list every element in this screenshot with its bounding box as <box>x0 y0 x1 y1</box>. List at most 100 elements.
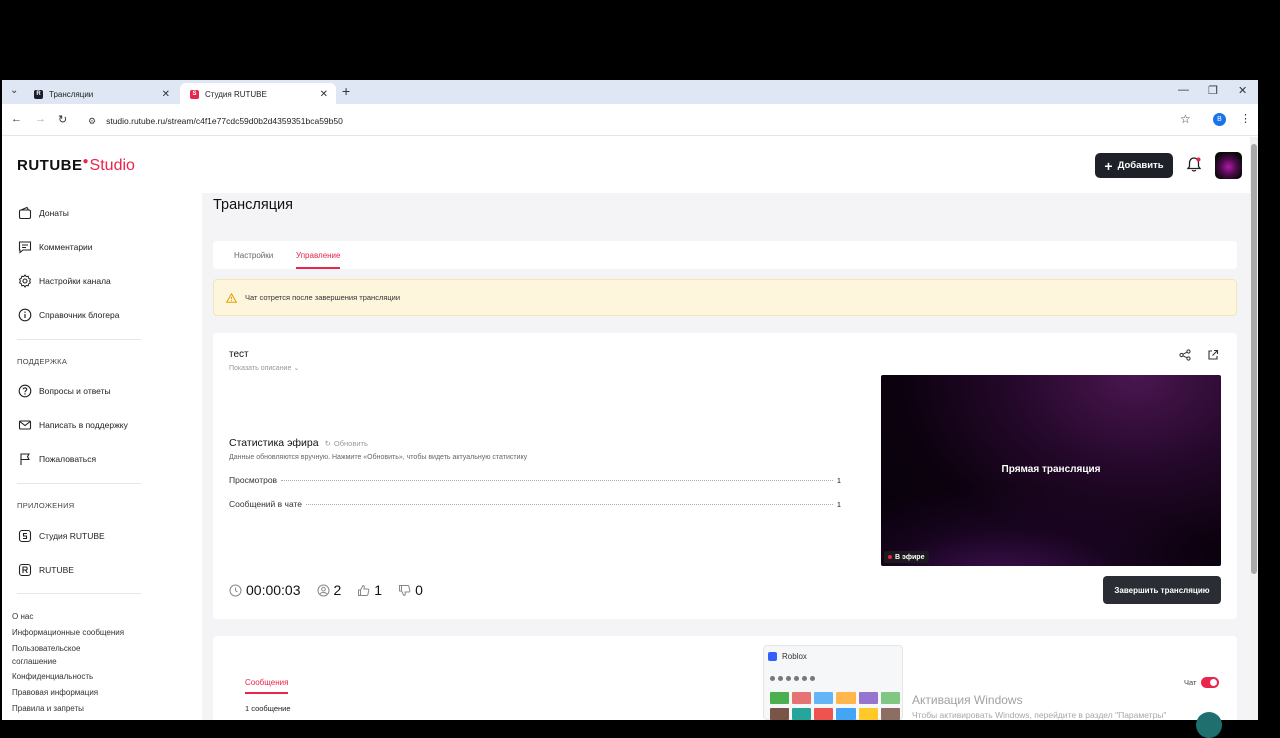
refresh-button[interactable]: ↻ Обновить <box>325 439 368 448</box>
stream-tabs: Настройки Управление <box>213 241 1237 269</box>
sidebar-item-label: Пожаловаться <box>39 454 97 464</box>
browser-tab-streams[interactable]: R Трансляции ✕ <box>24 83 178 105</box>
stats-note: Данные обновляются вручную. Нажмите «Обн… <box>229 454 528 461</box>
tab-messages[interactable]: Сообщения <box>245 678 289 694</box>
sidebar-item-blogger-guide[interactable]: Справочник блогера <box>18 308 119 322</box>
sidebar-item-donations[interactable]: Донаты <box>18 206 69 220</box>
sidebar-divider <box>17 339 141 340</box>
close-tab-icon[interactable]: ✕ <box>162 89 170 100</box>
chat-toggle[interactable] <box>1201 677 1219 688</box>
windows-activation-text: Чтобы активировать Windows, перейдите в … <box>912 710 1167 720</box>
bell-icon[interactable] <box>1186 156 1202 173</box>
tab-settings[interactable]: Настройки <box>234 251 273 260</box>
screen-top-bar <box>0 0 1280 80</box>
sidebar-item-label: Справочник блогера <box>39 310 120 320</box>
sidebar-item-rutube-app[interactable]: RUTUBE <box>18 563 74 577</box>
chat-warning-alert: Чат сотрется после завершения трансляции <box>213 279 1237 316</box>
tab-management[interactable]: Управление <box>296 251 341 269</box>
dotted-leader <box>306 504 833 505</box>
back-icon[interactable]: ← <box>11 113 22 125</box>
sidebar-item-write-support[interactable]: Написать в поддержку <box>18 418 128 432</box>
viewers-value: 2 <box>333 582 342 598</box>
forward-icon[interactable]: → <box>35 113 46 125</box>
viewers-icon <box>317 584 329 596</box>
close-tab-icon[interactable]: ✕ <box>320 89 328 100</box>
sidebar-item-label: Настройки канала <box>39 276 111 286</box>
logo-studio-text: Studio <box>89 157 135 174</box>
dotted-leader <box>281 480 833 481</box>
sidebar-item-faq[interactable]: Вопросы и ответы <box>18 384 111 398</box>
footer-link-privacy[interactable]: Конфиденциальность <box>12 670 93 683</box>
tab-search-icon[interactable]: ⌄ <box>10 85 18 96</box>
sidebar-item-label: RUTUBE <box>39 565 74 575</box>
settings-icon <box>18 274 32 288</box>
player-caption: Прямая трансляция <box>1001 464 1101 475</box>
footer-link-about[interactable]: О нас <box>12 610 33 623</box>
support-heading: ПОДДЕРЖКА <box>17 357 68 366</box>
taskbar-preview-roblox[interactable]: Roblox <box>763 645 903 720</box>
stat-row-views: Просмотров 1 <box>229 475 841 485</box>
add-button[interactable]: + Добавить <box>1095 153 1173 178</box>
open-external-icon[interactable] <box>1207 349 1219 361</box>
footer-link-info-messages[interactable]: Информационные сообщения <box>12 626 124 639</box>
donate-icon <box>18 206 32 220</box>
browser-menu-icon[interactable]: ⋮ <box>1240 112 1251 125</box>
video-player[interactable]: Прямая трансляция В эфире <box>881 375 1221 566</box>
footer-link-rules[interactable]: Правила и запреты <box>12 702 84 715</box>
channel-avatar[interactable] <box>1215 152 1242 179</box>
url-field[interactable]: ⚙ studio.rutube.ru/stream/c4f1e77cdc59d0… <box>82 111 1202 131</box>
tab-title: Трансляции <box>49 89 94 99</box>
sidebar-item-label: Студия RUTUBE <box>39 531 105 541</box>
sidebar-item-label: Донаты <box>39 208 69 218</box>
sidebar-item-channel-settings[interactable]: Настройки канала <box>18 274 111 288</box>
stat-value: 1 <box>836 476 841 485</box>
show-description-toggle[interactable]: Показать описание ⌄ <box>229 364 299 372</box>
tab-title: Студия RUTUBE <box>205 89 267 99</box>
stats-heading: Статистика эфира ↻ Обновить <box>229 437 368 449</box>
preview-icon-row <box>770 676 815 681</box>
flag-icon <box>20 453 30 465</box>
footer-link-legal[interactable]: Правовая информация <box>12 686 98 699</box>
share-icon[interactable] <box>1179 349 1191 361</box>
sidebar-item-report[interactable]: Пожаловаться <box>18 452 96 466</box>
floating-action-button[interactable] <box>1196 712 1222 738</box>
duration-value: 00:00:03 <box>246 582 301 598</box>
site-settings-icon[interactable]: ⚙ <box>88 116 96 127</box>
viewers-metric: 2 <box>317 582 342 598</box>
sidebar-item-studio-app[interactable]: Студия RUTUBE <box>18 529 105 543</box>
browser-tab-studio[interactable]: S Студия RUTUBE ✕ <box>180 83 336 105</box>
player-glow <box>881 486 1221 566</box>
comments-icon <box>18 241 32 254</box>
chat-toggle-label: Чат <box>1184 678 1197 687</box>
roblox-app-icon <box>768 652 777 661</box>
reload-icon[interactable]: ↻ <box>58 113 67 126</box>
rutube-app-icon <box>18 563 32 577</box>
profile-avatar[interactable]: B <box>1213 113 1226 126</box>
new-tab-icon[interactable]: + <box>342 83 350 99</box>
sidebar-item-comments[interactable]: Комментарии <box>18 240 93 254</box>
message-count: 1 сообщение <box>245 704 291 713</box>
rutube-studio-logo[interactable]: RUTUBE ● Studio <box>17 156 135 175</box>
close-window-icon[interactable]: ✕ <box>1238 84 1247 97</box>
page: RUTUBE ● Studio + Добавить Донаты Коммен… <box>2 137 1250 720</box>
footer-link-user-agreement[interactable]: Пользовательское соглашение <box>12 642 112 668</box>
warning-icon <box>226 292 237 303</box>
clock-icon <box>229 584 242 596</box>
preview-header: Roblox <box>768 652 807 661</box>
browser-window: ⌄ R Трансляции ✕ S Студия RUTUBE ✕ + — ❐… <box>2 80 1258 720</box>
end-stream-button[interactable]: Завершить трансляцию <box>1103 576 1221 604</box>
tab-strip: ⌄ R Трансляции ✕ S Студия RUTUBE ✕ + — ❐… <box>2 80 1258 105</box>
logo-rutube-text: RUTUBE <box>17 157 83 174</box>
stat-row-chat-messages: Сообщений в чате 1 <box>229 499 841 509</box>
minimize-icon[interactable]: — <box>1178 84 1189 96</box>
stat-value: 1 <box>836 500 841 509</box>
restore-icon[interactable]: ❐ <box>1208 84 1218 97</box>
bookmark-star-icon[interactable]: ☆ <box>1180 112 1191 126</box>
scrollbar-thumb[interactable] <box>1251 144 1257 574</box>
logo-dot-icon: ● <box>82 156 89 167</box>
likes-metric: 1 <box>357 582 382 598</box>
page-title: Трансляция <box>213 197 293 213</box>
live-dot-icon <box>888 555 892 559</box>
preview-title: Roblox <box>782 652 807 661</box>
live-badge: В эфире <box>884 551 930 563</box>
